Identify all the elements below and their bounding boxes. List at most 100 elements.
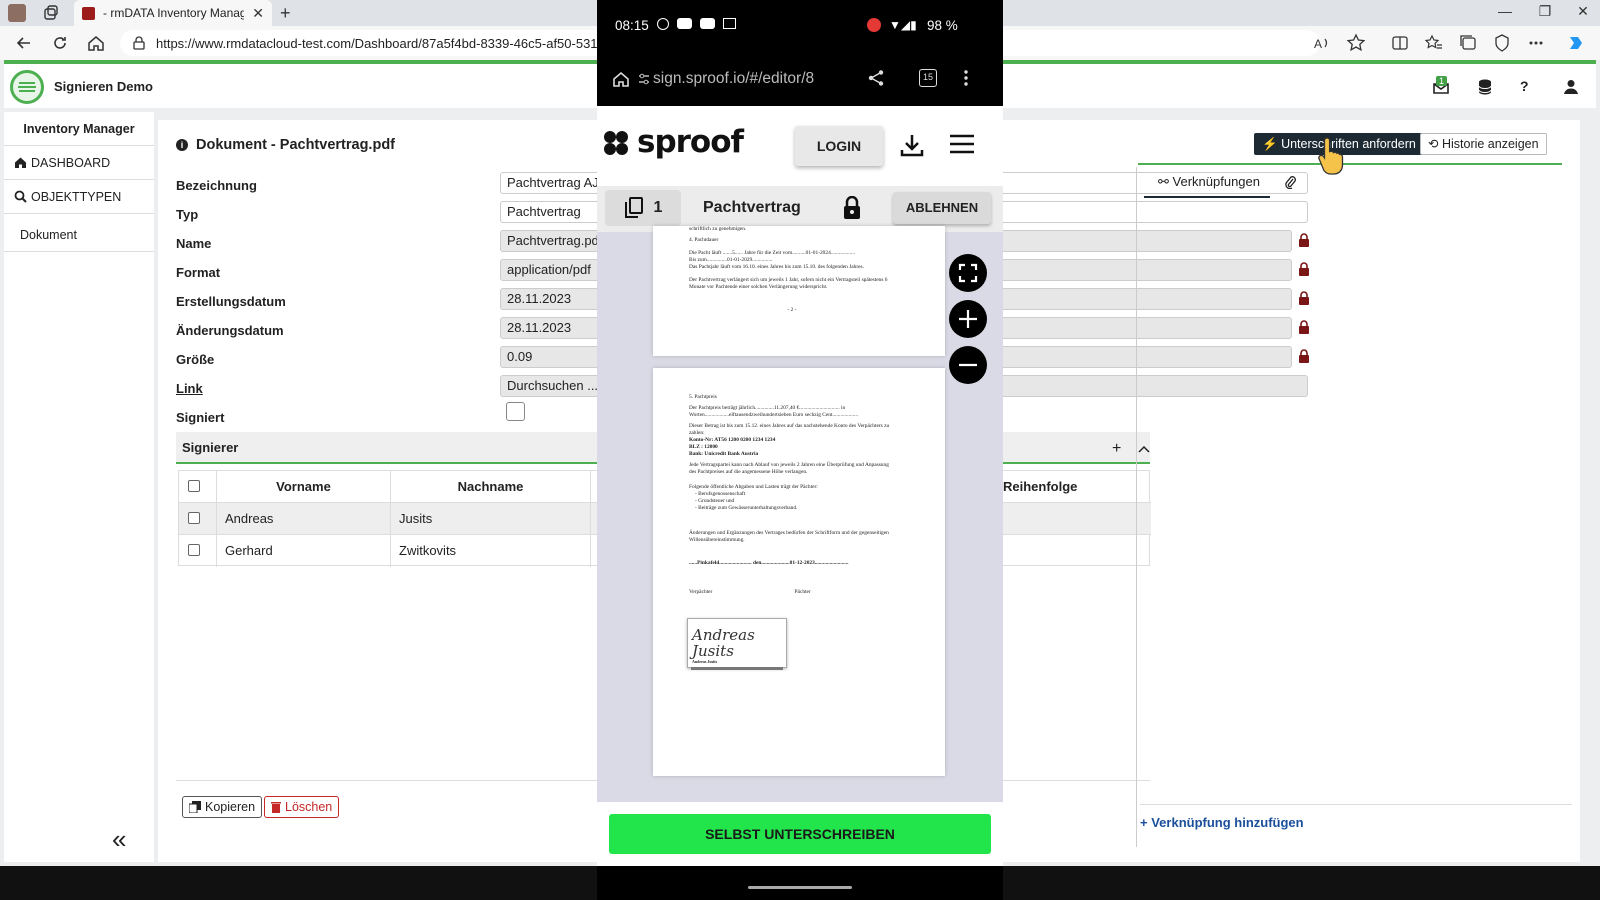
sidebar-item-dashboard[interactable]: DASHBOARD	[4, 146, 154, 180]
row-checkbox[interactable]	[188, 544, 200, 556]
pdf-line: - Beiträge zum Gewässerunterhaltungsverb…	[695, 505, 798, 511]
select-all-cell[interactable]	[179, 471, 217, 503]
delete-button[interactable]: Löschen	[264, 796, 340, 818]
sidebar-item-dokument[interactable]: Dokument	[4, 218, 154, 252]
add-signer-icon[interactable]: +	[1112, 440, 1121, 458]
phone-url-text[interactable]: sign.sproof.io/#/editor/8	[653, 70, 853, 88]
label-link[interactable]: Link	[176, 381, 203, 396]
reject-button[interactable]: ABLEHNEN	[893, 192, 991, 224]
signer-first-name[interactable]: Andreas	[217, 503, 391, 535]
pdf-line: Die Pacht läuft .......5...... Jahre für…	[689, 250, 856, 256]
pdf-line: Jede Vertragspartei kann nach Ablauf von…	[689, 462, 889, 468]
read-aloud-icon[interactable]: A	[1312, 33, 1332, 53]
sproof-logo-icon	[601, 128, 631, 158]
signiert-checkbox[interactable]	[506, 402, 525, 421]
signer-last-name[interactable]: Jusits	[391, 503, 591, 535]
panel-divider	[1136, 167, 1137, 847]
home-icon[interactable]	[86, 33, 106, 53]
more-options-icon[interactable]	[1526, 33, 1546, 53]
row-checkbox[interactable]	[188, 512, 200, 524]
collections-icon[interactable]	[1458, 33, 1478, 53]
bolt-icon: ⚡	[1262, 137, 1278, 151]
user-icon[interactable]	[1562, 78, 1580, 96]
show-history-button[interactable]: ⟲ Historie anzeigen	[1420, 133, 1547, 155]
sidebar-title: Inventory Manager	[4, 112, 154, 146]
pdf-line: des Pachtpreises auf die angemessene Höh…	[689, 469, 808, 475]
favorites-icon[interactable]	[1424, 33, 1444, 53]
pdf-line: Folgende öffentliche Abgaben und Lasten …	[689, 484, 818, 490]
workspaces-icon[interactable]	[42, 4, 60, 22]
tab-verknuepfungen[interactable]: ⚯ Verknüpfungen	[1144, 168, 1270, 198]
help-icon[interactable]: ?	[1520, 78, 1538, 96]
sidebar-item-objekttypen[interactable]: OBJEKTTYPEN	[4, 180, 154, 214]
home-icon[interactable]	[611, 69, 631, 89]
column-header-vorname[interactable]: Vorname	[217, 471, 391, 503]
label-groesse: Größe	[176, 352, 215, 367]
lock-icon	[1299, 349, 1309, 363]
pdf-viewer[interactable]: schriftlich zu genehmigen. 4. Pachtdauer…	[597, 226, 1003, 802]
column-header-nachname[interactable]: Nachname	[391, 471, 591, 503]
sign-self-button[interactable]: SELBST UNTERSCHREIBEN	[609, 814, 991, 854]
app-logo	[10, 70, 44, 104]
select-all-checkbox[interactable]	[188, 480, 200, 492]
site-settings-icon[interactable]	[637, 72, 651, 86]
chevron-up-icon[interactable]	[1138, 444, 1150, 454]
pdf-line: - Berufsgenossenschaft	[695, 491, 746, 497]
home-icon	[15, 157, 26, 168]
row-select-cell[interactable]	[179, 535, 217, 567]
pages-icon	[624, 197, 643, 218]
browser-essentials-icon[interactable]	[1492, 33, 1512, 53]
status-icons	[657, 18, 736, 30]
pdf-line: ......Pinkafeld........................ …	[689, 560, 849, 566]
tab-title: - rmDATA Inventory Manager	[103, 6, 245, 20]
search-icon	[14, 190, 27, 203]
youtube-icon	[677, 18, 692, 29]
phone-screen-overlay: 08:15 ▼◢▮ 98 % sign.sproof.io/#/editor/8…	[597, 0, 1003, 878]
back-icon[interactable]	[14, 33, 34, 53]
zoom-in-button[interactable]	[949, 300, 987, 338]
close-window-button[interactable]: ✕	[1568, 3, 1598, 20]
phone-gesture-handle[interactable]	[748, 886, 852, 889]
page-count-button[interactable]: 1	[605, 190, 681, 226]
signer-last-name[interactable]: Zwitkovits	[391, 535, 591, 567]
tab-switcher-button[interactable]: 15	[919, 69, 937, 87]
reload-icon[interactable]	[50, 33, 70, 53]
profile-avatar[interactable]	[8, 4, 26, 22]
pdf-page-2: schriftlich zu genehmigen. 4. Pachtdauer…	[653, 226, 945, 356]
favorite-star-icon[interactable]	[1346, 33, 1366, 53]
hamburger-menu-icon[interactable]	[949, 134, 975, 154]
row-select-cell[interactable]	[179, 503, 217, 535]
signature-stamp[interactable]: Andreas Jusits Andreas Jusits	[687, 618, 787, 670]
pdf-line: schriftlich zu genehmigen.	[689, 226, 747, 232]
copy-button[interactable]: Kopieren	[182, 796, 263, 818]
database-icon[interactable]	[1476, 78, 1494, 96]
split-screen-icon[interactable]	[1390, 33, 1410, 53]
page-title-text: Dokument - Pachtvertrag.pdf	[196, 137, 395, 153]
login-button[interactable]: LOGIN	[795, 126, 883, 166]
browser-tab-active[interactable]: - rmDATA Inventory Manager ✕	[74, 0, 272, 26]
restore-button[interactable]: ❐	[1530, 3, 1560, 20]
label-name: Name	[176, 236, 212, 251]
label-format: Format	[176, 265, 221, 280]
signer-first-name[interactable]: Gerhard	[217, 535, 391, 567]
add-link-label: Verknüpfung hinzufügen	[1151, 815, 1304, 830]
svg-text:A: A	[1314, 37, 1322, 51]
tab-close-icon[interactable]: ✕	[252, 5, 264, 22]
download-icon[interactable]	[899, 132, 925, 158]
fullscreen-button[interactable]	[949, 254, 987, 292]
new-tab-button[interactable]: +	[280, 3, 291, 24]
zoom-out-button[interactable]	[949, 346, 987, 384]
collapse-sidebar-button[interactable]: «	[112, 824, 126, 855]
paperclip-icon	[1285, 176, 1296, 189]
add-link-button[interactable]: + Verknüpfung hinzufügen	[1140, 815, 1304, 830]
menu-dots-icon[interactable]	[963, 69, 969, 87]
request-signatures-label: Unterschriften anfordern	[1281, 137, 1416, 151]
tab-attachments[interactable]	[1284, 175, 1296, 189]
pdf-page-3: 5. Pachtpreis Der Pachtpreis beträgt jäh…	[653, 368, 945, 776]
minimize-button[interactable]: —	[1490, 3, 1520, 19]
share-icon[interactable]	[867, 69, 885, 87]
right-panel-accent-line	[1138, 163, 1562, 165]
copilot-icon[interactable]	[1566, 33, 1586, 53]
page-count: 1	[653, 199, 663, 216]
pdf-line: BLZ : 12000	[689, 444, 718, 450]
